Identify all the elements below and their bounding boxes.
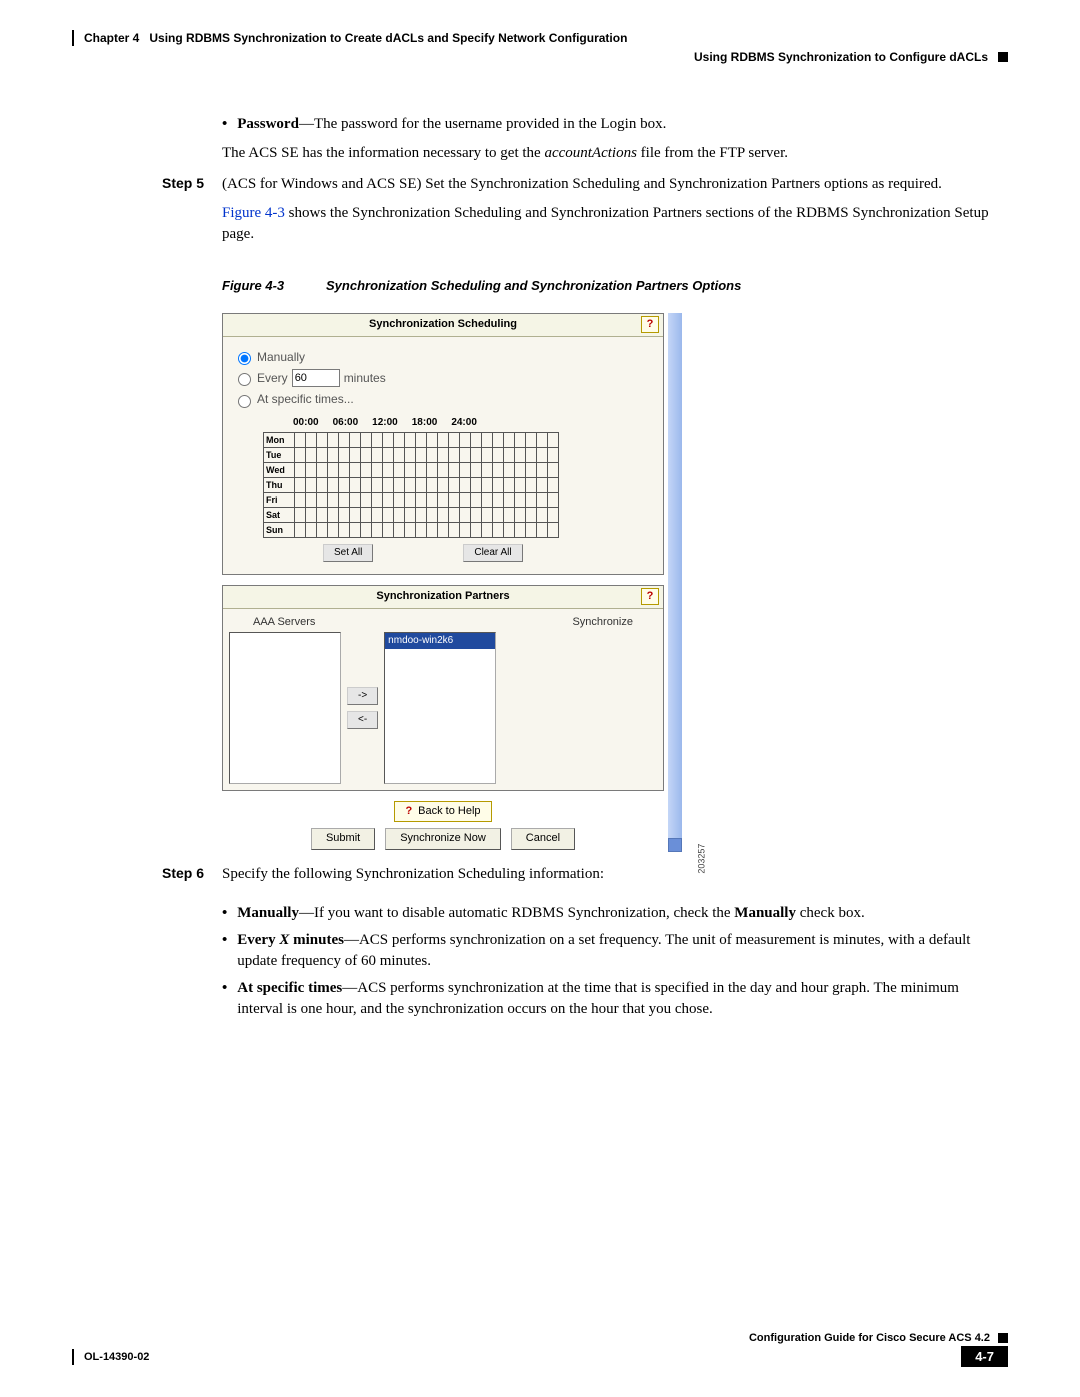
step5-para2: shows the Synchronization Scheduling and… — [222, 205, 989, 242]
radio-every-label: Every — [257, 370, 288, 387]
step5-para1: (ACS for Windows and ACS SE) Set the Syn… — [222, 174, 1008, 195]
radio-every[interactable] — [238, 373, 251, 386]
manually-text-pre: —If you want to disable automatic RDBMS … — [299, 905, 734, 921]
every-x: X — [279, 932, 289, 948]
back-to-help-button[interactable]: ? Back to Help — [394, 801, 491, 822]
radio-manually[interactable] — [238, 352, 251, 365]
footer-left-bar — [72, 1349, 74, 1365]
section-title: Using RDBMS Synchronization to Configure… — [694, 50, 988, 64]
at-times-bullet: At specific times—ACS performs synchroni… — [237, 978, 1008, 1020]
every-bullet: Every X minutes—ACS performs synchroniza… — [237, 930, 1008, 972]
move-left-button[interactable]: <- — [347, 711, 378, 729]
figure-screenshot: Synchronization Scheduling ? Manually Ev… — [222, 313, 682, 852]
chapter-title: Using RDBMS Synchronization to Create dA… — [149, 31, 627, 45]
time-label: 24:00 — [451, 416, 477, 430]
page-footer: Configuration Guide for Cisco Secure ACS… — [72, 1332, 1008, 1367]
acs-se-pre: The ACS SE has the information necessary… — [222, 145, 544, 161]
help-icon: ? — [405, 804, 412, 819]
manually-label: Manually — [237, 905, 299, 921]
manually-text-post: check box. — [796, 905, 865, 921]
figure-caption: Figure 4-3 Synchronization Scheduling an… — [222, 277, 1008, 295]
header-left-bar — [72, 30, 74, 46]
every-post: minutes — [289, 932, 344, 948]
help-icon[interactable]: ? — [641, 316, 659, 333]
time-label: 12:00 — [372, 416, 398, 430]
synchronize-listbox[interactable]: nmdoo-win2k6 — [384, 632, 496, 784]
main-content: • Password—The password for the username… — [162, 114, 1008, 1020]
page-header: Chapter 4 Using RDBMS Synchronization to… — [72, 30, 1008, 64]
sync-partners-title: Synchronization Partners ? — [223, 586, 663, 608]
bullet-icon: • — [222, 978, 227, 1020]
radio-specific-times[interactable] — [238, 395, 251, 408]
radio-manually-label: Manually — [257, 349, 305, 366]
day-label: Sun — [264, 523, 295, 538]
every-pre: Every — [237, 932, 279, 948]
sync-partners-panel: Synchronization Partners ? AAA Servers S… — [222, 585, 664, 791]
footer-square-icon — [998, 1333, 1008, 1343]
every-text: —ACS performs synchronization on a set f… — [237, 932, 970, 969]
step5-para2-wrap: Figure 4-3 shows the Synchronization Sch… — [222, 203, 1008, 245]
password-bullet-text: Password—The password for the username p… — [237, 114, 666, 135]
figure-number: Figure 4-3 — [222, 277, 326, 295]
figure-reference-link[interactable]: Figure 4-3 — [222, 205, 285, 221]
at-text: —ACS performs synchronization at the tim… — [237, 980, 959, 1017]
manually-bullet: Manually—If you want to disable automati… — [237, 903, 864, 924]
synchronize-now-button[interactable]: Synchronize Now — [385, 828, 501, 849]
time-grid: 00:00 06:00 12:00 18:00 24:00 Mon Tue We… — [263, 416, 653, 562]
bullet-icon: • — [222, 114, 227, 135]
every-minutes-unit: minutes — [344, 370, 386, 387]
day-label: Sat — [264, 508, 295, 523]
header-square-icon — [998, 52, 1008, 62]
acs-se-post: file from the FTP server. — [637, 145, 788, 161]
step6-label: Step 6 — [162, 864, 222, 893]
help-icon[interactable]: ? — [641, 588, 659, 605]
aaa-servers-label: AAA Servers — [253, 615, 315, 630]
list-item[interactable]: nmdoo-win2k6 — [385, 633, 495, 649]
back-to-help-label: Back to Help — [418, 804, 480, 819]
chapter-label: Chapter 4 — [84, 31, 139, 45]
step6-intro: Specify the following Synchronization Sc… — [222, 864, 1008, 885]
time-label: 18:00 — [412, 416, 438, 430]
day-label: Fri — [264, 493, 295, 508]
bullet-icon: • — [222, 903, 227, 924]
footer-doc-id: OL-14390-02 — [84, 1351, 149, 1363]
sync-scheduling-panel: Synchronization Scheduling ? Manually Ev… — [222, 313, 664, 575]
bullet-icon: • — [222, 930, 227, 972]
day-label: Wed — [264, 463, 295, 478]
time-label: 00:00 — [293, 416, 319, 430]
submit-button[interactable]: Submit — [311, 828, 375, 849]
schedule-grid-table[interactable]: Mon Tue Wed Thu Fri Sat Sun — [263, 432, 559, 538]
synchronize-label: Synchronize — [572, 615, 633, 630]
every-minutes-input[interactable] — [292, 369, 340, 387]
at-label: At specific times — [237, 980, 342, 996]
clear-all-button[interactable]: Clear All — [463, 544, 522, 562]
time-label: 06:00 — [333, 416, 359, 430]
figure-title: Synchronization Scheduling and Synchroni… — [326, 277, 741, 295]
set-all-button[interactable]: Set All — [323, 544, 373, 562]
scrollbar[interactable] — [668, 313, 682, 852]
acs-se-line: The ACS SE has the information necessary… — [162, 143, 1008, 164]
password-desc: —The password for the username provided … — [299, 116, 666, 132]
step5-label: Step 5 — [162, 174, 222, 253]
manually-bold: Manually — [734, 905, 796, 921]
move-right-button[interactable]: -> — [347, 687, 378, 705]
sync-scheduling-title: Synchronization Scheduling ? — [223, 314, 663, 336]
footer-guide-title: Configuration Guide for Cisco Secure ACS… — [749, 1332, 990, 1344]
day-label: Thu — [264, 478, 295, 493]
aaa-servers-listbox[interactable] — [229, 632, 341, 784]
day-label: Tue — [264, 448, 295, 463]
password-label: Password — [237, 116, 299, 132]
radio-specific-label: At specific times... — [257, 391, 354, 408]
acs-se-file: accountActions — [544, 145, 636, 161]
day-label: Mon — [264, 433, 295, 448]
cancel-button[interactable]: Cancel — [511, 828, 575, 849]
page-number: 4-7 — [961, 1346, 1008, 1367]
figure-id: 203257 — [695, 844, 708, 874]
